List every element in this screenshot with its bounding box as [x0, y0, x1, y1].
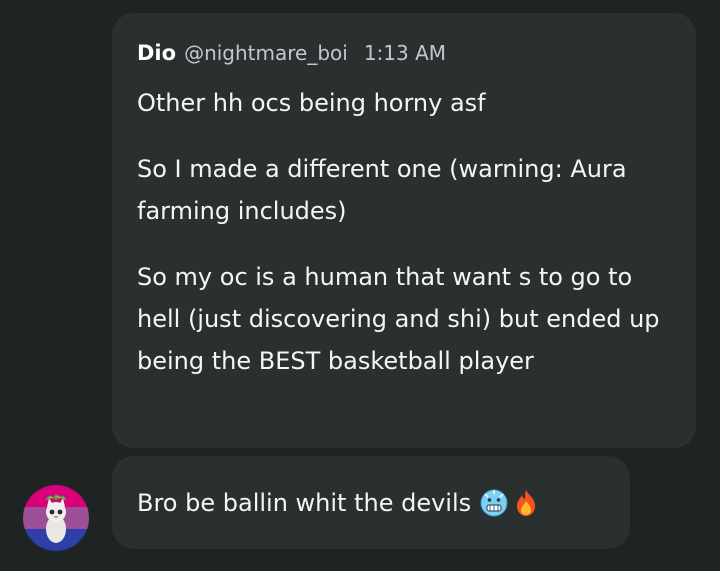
message-paragraph: So my oc is a human that want s to go to…	[137, 263, 660, 375]
reply-bubble[interactable]: Bro be ballin whit the devils	[112, 456, 630, 549]
reply-message: Bro be ballin whit the devils	[137, 487, 606, 519]
cold-face-emoji-icon	[479, 488, 509, 518]
reply-text: Bro be ballin whit the devils	[137, 489, 472, 517]
fire-emoji-icon	[511, 488, 541, 518]
message-paragraph: Other hh ocs being horny asf	[137, 89, 486, 117]
message-bubble[interactable]: Dio @nightmare_boi 1:13 AM Other hh ocs …	[112, 13, 696, 448]
author-handle[interactable]: @nightmare_boi	[184, 41, 348, 65]
author-name[interactable]: Dio	[137, 41, 176, 65]
message-paragraph: So I made a different one (warning: Aura…	[137, 155, 627, 225]
avatar[interactable]	[23, 485, 89, 551]
message-header: Dio @nightmare_boi 1:13 AM	[137, 41, 672, 73]
message-timestamp: 1:13 AM	[363, 41, 447, 65]
avatar-image	[23, 485, 89, 551]
